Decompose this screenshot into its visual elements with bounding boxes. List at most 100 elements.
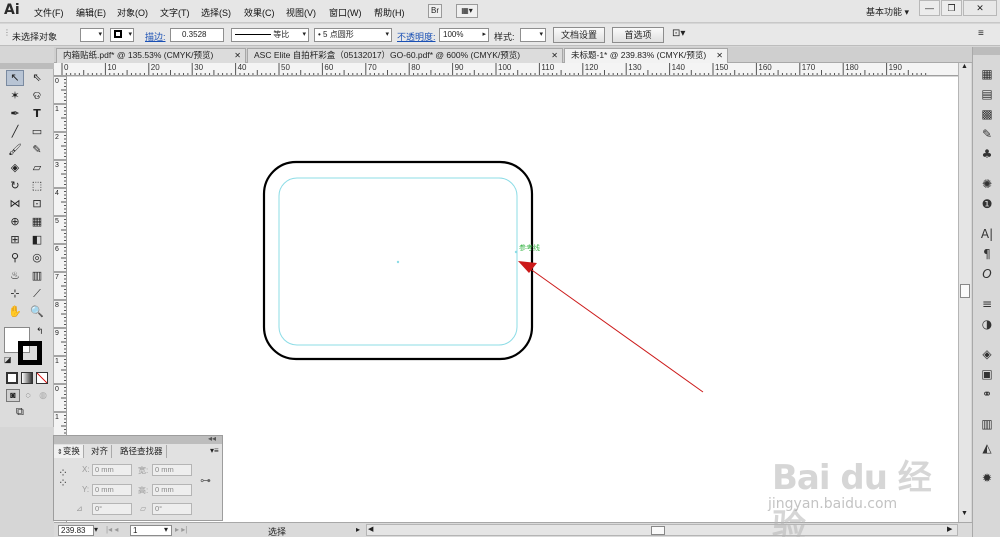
panel-menu-icon[interactable]: ▾≡ — [210, 446, 219, 455]
stroke-label[interactable]: 描边: — [145, 30, 166, 43]
transparency-panel-icon[interactable]: ◑ — [977, 315, 997, 333]
pen-tool-icon[interactable]: ✒ — [6, 106, 24, 122]
zoom-tool-icon[interactable]: 🔍 — [28, 304, 46, 320]
tab-pathfinder[interactable]: 路径查找器 — [117, 445, 167, 458]
artboards-panel-icon[interactable]: ▣ — [977, 365, 997, 383]
tab-document-3[interactable]: 未标题-1* @ 239.83% (CMYK/预览) ✕ — [564, 48, 728, 63]
fill-swatch[interactable]: ▾ — [80, 28, 104, 42]
swatches-panel-icon[interactable]: ▩ — [977, 105, 997, 123]
blob-brush-tool-icon[interactable]: ◈ — [6, 160, 24, 176]
stroke-color-swatch[interactable] — [18, 341, 42, 365]
opacity-label[interactable]: 不透明度: — [397, 30, 436, 43]
blend-tool-icon[interactable]: ◎ — [28, 250, 46, 266]
perspective-grid-tool-icon[interactable]: ▦ — [28, 214, 46, 230]
menu-window[interactable]: 窗口(W) — [329, 6, 362, 19]
vertical-scrollbar[interactable]: ▲ ▼ — [958, 63, 971, 522]
reference-point-icon[interactable]: ⁘ ⁘ — [58, 467, 68, 489]
menu-file[interactable]: 文件(F) — [34, 6, 64, 19]
character-panel-icon[interactable]: A| — [977, 225, 997, 243]
rectangle-tool-icon[interactable]: ▭ — [28, 124, 46, 140]
column-graph-tool-icon[interactable]: ▥ — [28, 268, 46, 284]
document-setup-button[interactable]: 文档设置 — [553, 27, 605, 43]
paintbrush-tool-icon[interactable]: 🖌 — [6, 142, 24, 158]
menu-help[interactable]: 帮助(H) — [374, 6, 405, 19]
next-artboard-icon[interactable]: ▸ ▸| — [175, 525, 187, 534]
dock-header[interactable] — [973, 47, 1000, 55]
width-tool-icon[interactable]: ⋈ — [6, 196, 24, 212]
opentype-panel-icon[interactable]: O — [977, 265, 997, 283]
width-field[interactable]: 0 mm — [152, 464, 192, 476]
rotate-tool-icon[interactable]: ↻ — [6, 178, 24, 194]
color-panel-icon[interactable]: ▦ — [977, 65, 997, 83]
close-icon[interactable]: ✕ — [234, 49, 241, 62]
gradient-tool-icon[interactable]: ◧ — [28, 232, 46, 248]
pencil-tool-icon[interactable]: ✎ — [28, 142, 46, 158]
draw-behind-icon[interactable]: ◌ — [21, 389, 35, 402]
zoom-dropdown-icon[interactable]: ▾ — [94, 525, 98, 534]
mesh-tool-icon[interactable]: ⊞ — [6, 232, 24, 248]
transform-panel-toggle-icon[interactable]: ⊡▾ — [672, 28, 685, 39]
height-field[interactable]: 0 mm — [152, 484, 192, 496]
vertical-scroll-thumb[interactable] — [960, 284, 970, 298]
symbols-panel-icon[interactable]: ♣ — [977, 145, 997, 163]
menu-edit[interactable]: 编辑(E) — [76, 6, 106, 19]
stroke-panel-icon[interactable]: ≡ — [977, 295, 997, 313]
menu-select[interactable]: 选择(S) — [201, 6, 231, 19]
line-tool-icon[interactable]: ╱ — [6, 124, 24, 140]
artboard-dropdown-icon[interactable]: ▾ — [164, 525, 168, 534]
paragraph-panel-icon[interactable]: ¶ — [977, 245, 997, 263]
bridge-button[interactable]: Br — [428, 4, 442, 18]
tab-align[interactable]: 对齐 — [88, 445, 113, 458]
appearance-panel-icon[interactable]: ❶ — [977, 195, 997, 213]
draw-inside-icon[interactable]: ◍ — [36, 389, 50, 402]
stroke-swatch[interactable]: ▾ — [110, 28, 134, 42]
navigator-panel-icon[interactable]: ✹ — [977, 469, 997, 487]
default-colors-icon[interactable]: ◪ — [4, 355, 12, 364]
workspace-switcher[interactable]: 基本功能 ▾ — [866, 5, 909, 18]
links-panel-icon[interactable]: ⚭ — [977, 385, 997, 403]
status-menu-icon[interactable]: ▸ — [356, 525, 360, 534]
brushes-panel-icon[interactable]: ✎ — [977, 125, 997, 143]
tab-document-1[interactable]: 内箱贴纸.pdf* @ 135.53% (CMYK/预览) ✕ — [56, 48, 246, 63]
gradient-mode-icon[interactable] — [21, 372, 33, 384]
stroke-weight-field[interactable]: 0.3528 — [170, 28, 224, 42]
direct-selection-tool-icon[interactable]: ⇖ — [28, 70, 46, 86]
draw-normal-icon[interactable]: ◙ — [6, 389, 20, 402]
color-guide-icon[interactable]: ▤ — [977, 85, 997, 103]
constrain-proportions-icon[interactable]: ⊶ — [200, 474, 211, 487]
menu-object[interactable]: 对象(O) — [117, 6, 148, 19]
minimize-button[interactable]: — — [919, 0, 940, 16]
shear-field[interactable]: 0° — [152, 503, 192, 515]
none-mode-icon[interactable] — [36, 372, 48, 384]
first-artboard-icon[interactable]: |◂ ◂ — [106, 525, 118, 534]
variable-width-profile[interactable]: 等比 ▾ — [231, 28, 309, 42]
type-tool-icon[interactable]: T — [28, 106, 46, 122]
gradient-panel-icon[interactable]: ▥ — [977, 415, 997, 433]
color-mode-icon[interactable] — [6, 372, 18, 384]
layers-panel-icon[interactable]: ◈ — [977, 345, 997, 363]
graphic-style-picker[interactable]: ▾ — [520, 28, 546, 42]
scale-tool-icon[interactable]: ⬚ — [28, 178, 46, 194]
scroll-down-icon[interactable]: ▼ — [961, 510, 968, 517]
arrange-documents-button[interactable]: ▦▾ — [456, 4, 478, 18]
screen-mode-icon[interactable]: ⧉ — [16, 406, 24, 419]
graphic-styles-icon[interactable]: ✺ — [977, 175, 997, 193]
lasso-tool-icon[interactable]: ଡ — [28, 88, 46, 104]
x-field[interactable]: 0 mm — [92, 464, 132, 476]
swap-colors-icon[interactable]: ↰ — [36, 326, 44, 337]
brush-definition[interactable]: • 5 点圆形 ▾ — [314, 28, 392, 42]
eyedropper-tool-icon[interactable]: ⚲ — [6, 250, 24, 266]
panel-menu-icon[interactable]: ≡ — [978, 28, 984, 39]
opacity-field[interactable]: 100% ▸ — [439, 28, 489, 42]
y-field[interactable]: 0 mm — [92, 484, 132, 496]
menu-view[interactable]: 视图(V) — [286, 6, 316, 19]
magic-wand-tool-icon[interactable]: ✶ — [6, 88, 24, 104]
rotate-angle-field[interactable]: 0° — [92, 503, 132, 515]
free-transform-tool-icon[interactable]: ⊡ — [28, 196, 46, 212]
close-icon[interactable]: ✕ — [551, 49, 558, 62]
menu-effect[interactable]: 效果(C) — [244, 6, 275, 19]
symbol-sprayer-tool-icon[interactable]: ♨ — [6, 268, 24, 284]
zoom-field[interactable]: 239.83 — [58, 525, 94, 536]
selection-tool-icon[interactable]: ↖ — [6, 70, 24, 86]
close-icon[interactable]: ✕ — [716, 49, 723, 62]
